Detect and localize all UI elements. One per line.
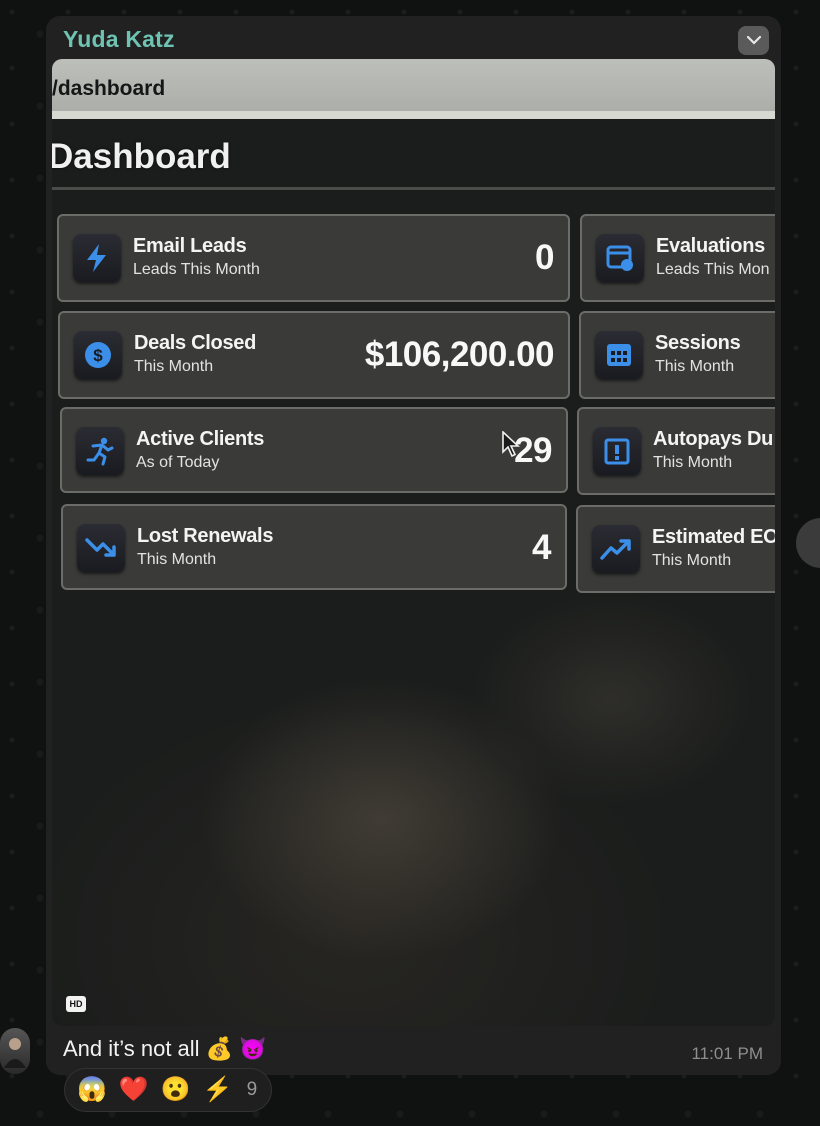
trend-down-icon: [77, 524, 125, 572]
card-active-clients: Active Clients As of Today 29: [60, 407, 568, 493]
runner-icon: [76, 427, 124, 475]
message-timestamp: 11:01 PM: [691, 1044, 763, 1063]
card-title: Deals Closed: [134, 332, 257, 354]
photo-attachment[interactable]: /dashboard Dashboard Email Leads Leads T…: [52, 59, 775, 1026]
card-lost-renewals: Lost Renewals This Month 4: [61, 504, 567, 590]
reaction-heart-emoji[interactable]: ❤️: [119, 1078, 149, 1102]
reaction-scream-emoji[interactable]: 😱: [77, 1078, 107, 1102]
card-subtitle: This Month: [653, 454, 733, 471]
card-subtitle: This Month: [137, 551, 217, 568]
evaluation-icon: [596, 234, 644, 282]
reaction-lightning-emoji[interactable]: ⚡: [203, 1078, 233, 1102]
trend-up-icon: [592, 525, 640, 573]
card-title: Sessions: [655, 332, 741, 354]
message-menu-button[interactable]: [738, 26, 769, 55]
reaction-count[interactable]: 9: [247, 1079, 258, 1101]
lightning-icon: [73, 234, 121, 282]
message-text: And it’s not all 💰 😈: [63, 1036, 267, 1062]
card-value: 4: [532, 528, 551, 567]
mouse-cursor-icon: [502, 431, 520, 457]
card-title: Lost Renewals: [137, 525, 274, 547]
card-subtitle: This Month: [652, 552, 732, 569]
card-subtitle: This Month: [655, 358, 735, 375]
card-title: Active Clients: [136, 428, 265, 450]
card-value: 0: [535, 238, 554, 277]
reaction-surprised-emoji[interactable]: 😮: [161, 1078, 191, 1102]
sender-name[interactable]: Yuda Katz: [63, 26, 175, 53]
alert-calendar-icon: [593, 427, 641, 475]
message-bubble: Yuda Katz /dashboard Dashboard Email Lea…: [46, 16, 781, 1075]
address-url: /dashboard: [52, 77, 166, 100]
card-sessions: Sessions This Month: [579, 311, 775, 399]
card-evaluations: Evaluations Leads This Mon: [580, 214, 775, 302]
card-email-leads: Email Leads Leads This Month 0: [57, 214, 570, 302]
card-subtitle: Leads This Month: [133, 261, 260, 278]
reactions-bar[interactable]: 😱 ❤️ 😮 ⚡ 9: [64, 1068, 272, 1112]
card-estimated-eom: Estimated EO This Month: [576, 505, 775, 593]
title-divider: [52, 187, 775, 190]
card-subtitle: As of Today: [136, 454, 220, 471]
browser-address-bar: /dashboard: [52, 59, 775, 119]
card-autopays-due: Autopays Du This Month: [577, 407, 775, 495]
dashboard-title: Dashboard: [52, 137, 231, 176]
card-title: Estimated EO: [652, 526, 775, 548]
dollar-icon: $: [74, 331, 122, 379]
card-title: Email Leads: [133, 235, 247, 257]
card-deals-closed: $ Deals Closed This Month $106,200.00: [58, 311, 570, 399]
card-title: Evaluations: [656, 235, 765, 257]
sender-avatar[interactable]: [0, 1028, 30, 1074]
chevron-down-icon: [746, 36, 761, 45]
card-title: Autopays Du: [653, 428, 774, 450]
hd-badge: HD: [66, 996, 86, 1012]
svg-text:$: $: [93, 346, 103, 365]
card-subtitle: This Month: [134, 358, 214, 375]
card-subtitle: Leads This Mon: [656, 261, 770, 278]
message-body: And it’s not all: [63, 1036, 200, 1061]
message-emojis: 💰 😈: [205, 1036, 267, 1061]
calendar-icon: [595, 331, 643, 379]
avatar-person-icon: [4, 1038, 26, 1068]
card-value: $106,200.00: [364, 335, 555, 374]
address-bar-strip: [52, 111, 775, 119]
